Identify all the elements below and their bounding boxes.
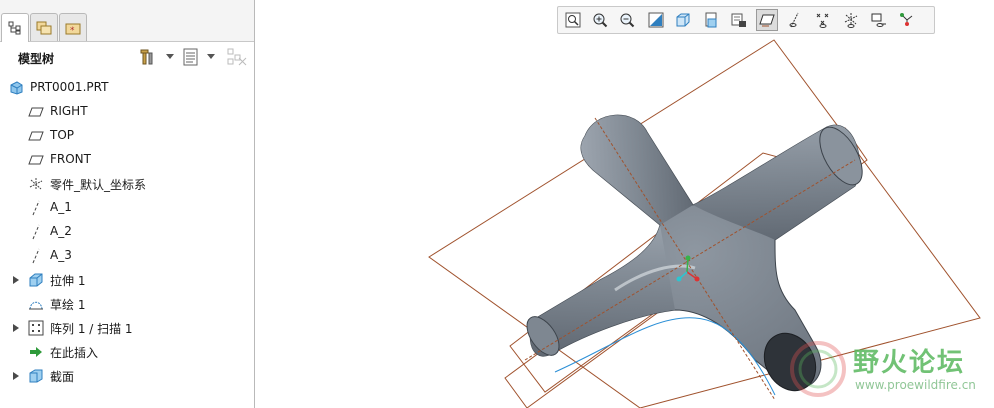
- plane-display-button[interactable]: [756, 9, 778, 31]
- tree-item-label: 草绘 1: [50, 298, 86, 312]
- tree-item[interactable]: 零件_默认_坐标系: [0, 172, 254, 196]
- tree-item-label: FRONT: [50, 152, 91, 166]
- zoom-out-button[interactable]: [616, 9, 638, 31]
- axis-display-icon: [787, 12, 803, 28]
- datum-plane-icon: [28, 152, 44, 168]
- forum-watermark: 野火论坛 www.proewildfire.cn: [785, 336, 991, 402]
- graphics-toolbar: [557, 6, 935, 34]
- tree-item[interactable]: PRT0001.PRT: [0, 76, 254, 100]
- tab-folder-browser[interactable]: [30, 13, 58, 41]
- tree-item[interactable]: 拉伸 1: [0, 268, 254, 292]
- tree-item-label: 阵列 1 / 扫描 1: [50, 322, 133, 336]
- datum-axis-icon: [28, 200, 44, 216]
- model-tree-panel: * 模型树 PRT0001.PRT RIGHT TOP FRONT 零件_默认_…: [0, 0, 255, 408]
- axis-display-button[interactable]: [784, 9, 806, 31]
- tree-item[interactable]: 截面: [0, 364, 254, 388]
- insert-here-arrow-icon: [28, 344, 44, 360]
- datum-plane-icon: [28, 128, 44, 144]
- view-manager-button[interactable]: [728, 9, 750, 31]
- tab-favorites[interactable]: *: [59, 13, 87, 41]
- zoom-fit-button[interactable]: [562, 9, 584, 31]
- display-style-button[interactable]: [672, 9, 694, 31]
- tools-icon: [140, 49, 153, 65]
- expand-arrow-icon[interactable]: [13, 276, 19, 284]
- tree-item-label: 拉伸 1: [50, 274, 86, 288]
- watermark-url: www.proewildfire.cn: [855, 378, 976, 392]
- expand-arrow-icon[interactable]: [13, 372, 19, 380]
- datum-axis-icon: [28, 224, 44, 240]
- spin-center-icon: [871, 12, 887, 28]
- zoom-out-icon: [619, 12, 635, 28]
- csys-display-icon: [843, 12, 859, 28]
- tree-item[interactable]: A_2: [0, 220, 254, 244]
- saved-views-button[interactable]: [700, 9, 722, 31]
- repaint-icon: [648, 12, 664, 28]
- annotation-display-button[interactable]: [896, 9, 918, 31]
- filter-disabled-icon: [227, 48, 247, 66]
- datum-axis-icon: [28, 248, 44, 264]
- tree-item[interactable]: TOP: [0, 124, 254, 148]
- part-icon: [8, 80, 24, 96]
- display-style-icon: [675, 12, 691, 28]
- tree-item[interactable]: FRONT: [0, 148, 254, 172]
- watermark-logo-icon: [790, 341, 846, 397]
- extrude-icon: [28, 272, 44, 288]
- tab-model-tree[interactable]: [1, 13, 29, 42]
- filter-button[interactable]: [226, 46, 248, 68]
- datum-plane-icon: [28, 104, 44, 120]
- section-icon: [28, 368, 44, 384]
- tree-item-label: PRT0001.PRT: [30, 80, 109, 94]
- repaint-button[interactable]: [645, 9, 667, 31]
- tree-item[interactable]: 草绘 1: [0, 292, 254, 316]
- tree-item[interactable]: RIGHT: [0, 100, 254, 124]
- tree-item-label: A_2: [50, 224, 72, 238]
- show-dropdown-arrow-icon[interactable]: [207, 54, 215, 59]
- svg-text:*: *: [70, 26, 75, 35]
- show-options-button[interactable]: [180, 46, 202, 68]
- tree-item-label: 截面: [50, 370, 75, 384]
- folder-browser-icon: [36, 21, 52, 34]
- zoom-fit-icon: [565, 12, 581, 28]
- panel-tabstrip: *: [0, 0, 254, 42]
- tree-item[interactable]: A_1: [0, 196, 254, 220]
- zoom-in-icon: [592, 12, 608, 28]
- tree-item-label: TOP: [50, 128, 75, 142]
- graphics-viewport[interactable]: 野火论坛 www.proewildfire.cn: [255, 0, 994, 408]
- tree-item-label: A_3: [50, 248, 72, 262]
- panel-header: 模型树: [0, 42, 254, 72]
- plane-display-icon: [759, 12, 775, 28]
- list-display-icon: [183, 48, 198, 66]
- expand-arrow-icon[interactable]: [13, 324, 19, 332]
- csys-display-button[interactable]: [840, 9, 862, 31]
- point-display-icon: [815, 12, 831, 28]
- model-tree-icon: [8, 21, 21, 35]
- tools-dropdown-arrow-icon[interactable]: [166, 54, 174, 59]
- pattern-icon: [28, 320, 44, 336]
- model-tree: PRT0001.PRT RIGHT TOP FRONT 零件_默认_坐标系 A_1 A_2 A…: [0, 76, 254, 388]
- tree-item-label: A_1: [50, 200, 72, 214]
- tree-item[interactable]: 阵列 1 / 扫描 1: [0, 316, 254, 340]
- panel-title: 模型树: [18, 52, 55, 66]
- view-manager-icon: [731, 12, 747, 28]
- watermark-title: 野火论坛: [853, 348, 966, 378]
- spin-center-button[interactable]: [868, 9, 890, 31]
- favorites-icon: *: [65, 23, 81, 35]
- saved-views-icon: [703, 12, 719, 28]
- point-display-button[interactable]: [812, 9, 834, 31]
- settings-tools-button[interactable]: [138, 46, 160, 68]
- tree-item[interactable]: A_3: [0, 244, 254, 268]
- zoom-in-button[interactable]: [589, 9, 611, 31]
- annotation-display-icon: [899, 12, 915, 28]
- tree-item-label: 零件_默认_坐标系: [50, 178, 147, 192]
- coordinate-system-icon: [28, 176, 44, 192]
- sketch-icon: [28, 296, 44, 312]
- tree-item[interactable]: 在此插入: [0, 340, 254, 364]
- tree-item-label: 在此插入: [50, 346, 99, 360]
- tree-item-label: RIGHT: [50, 104, 88, 118]
